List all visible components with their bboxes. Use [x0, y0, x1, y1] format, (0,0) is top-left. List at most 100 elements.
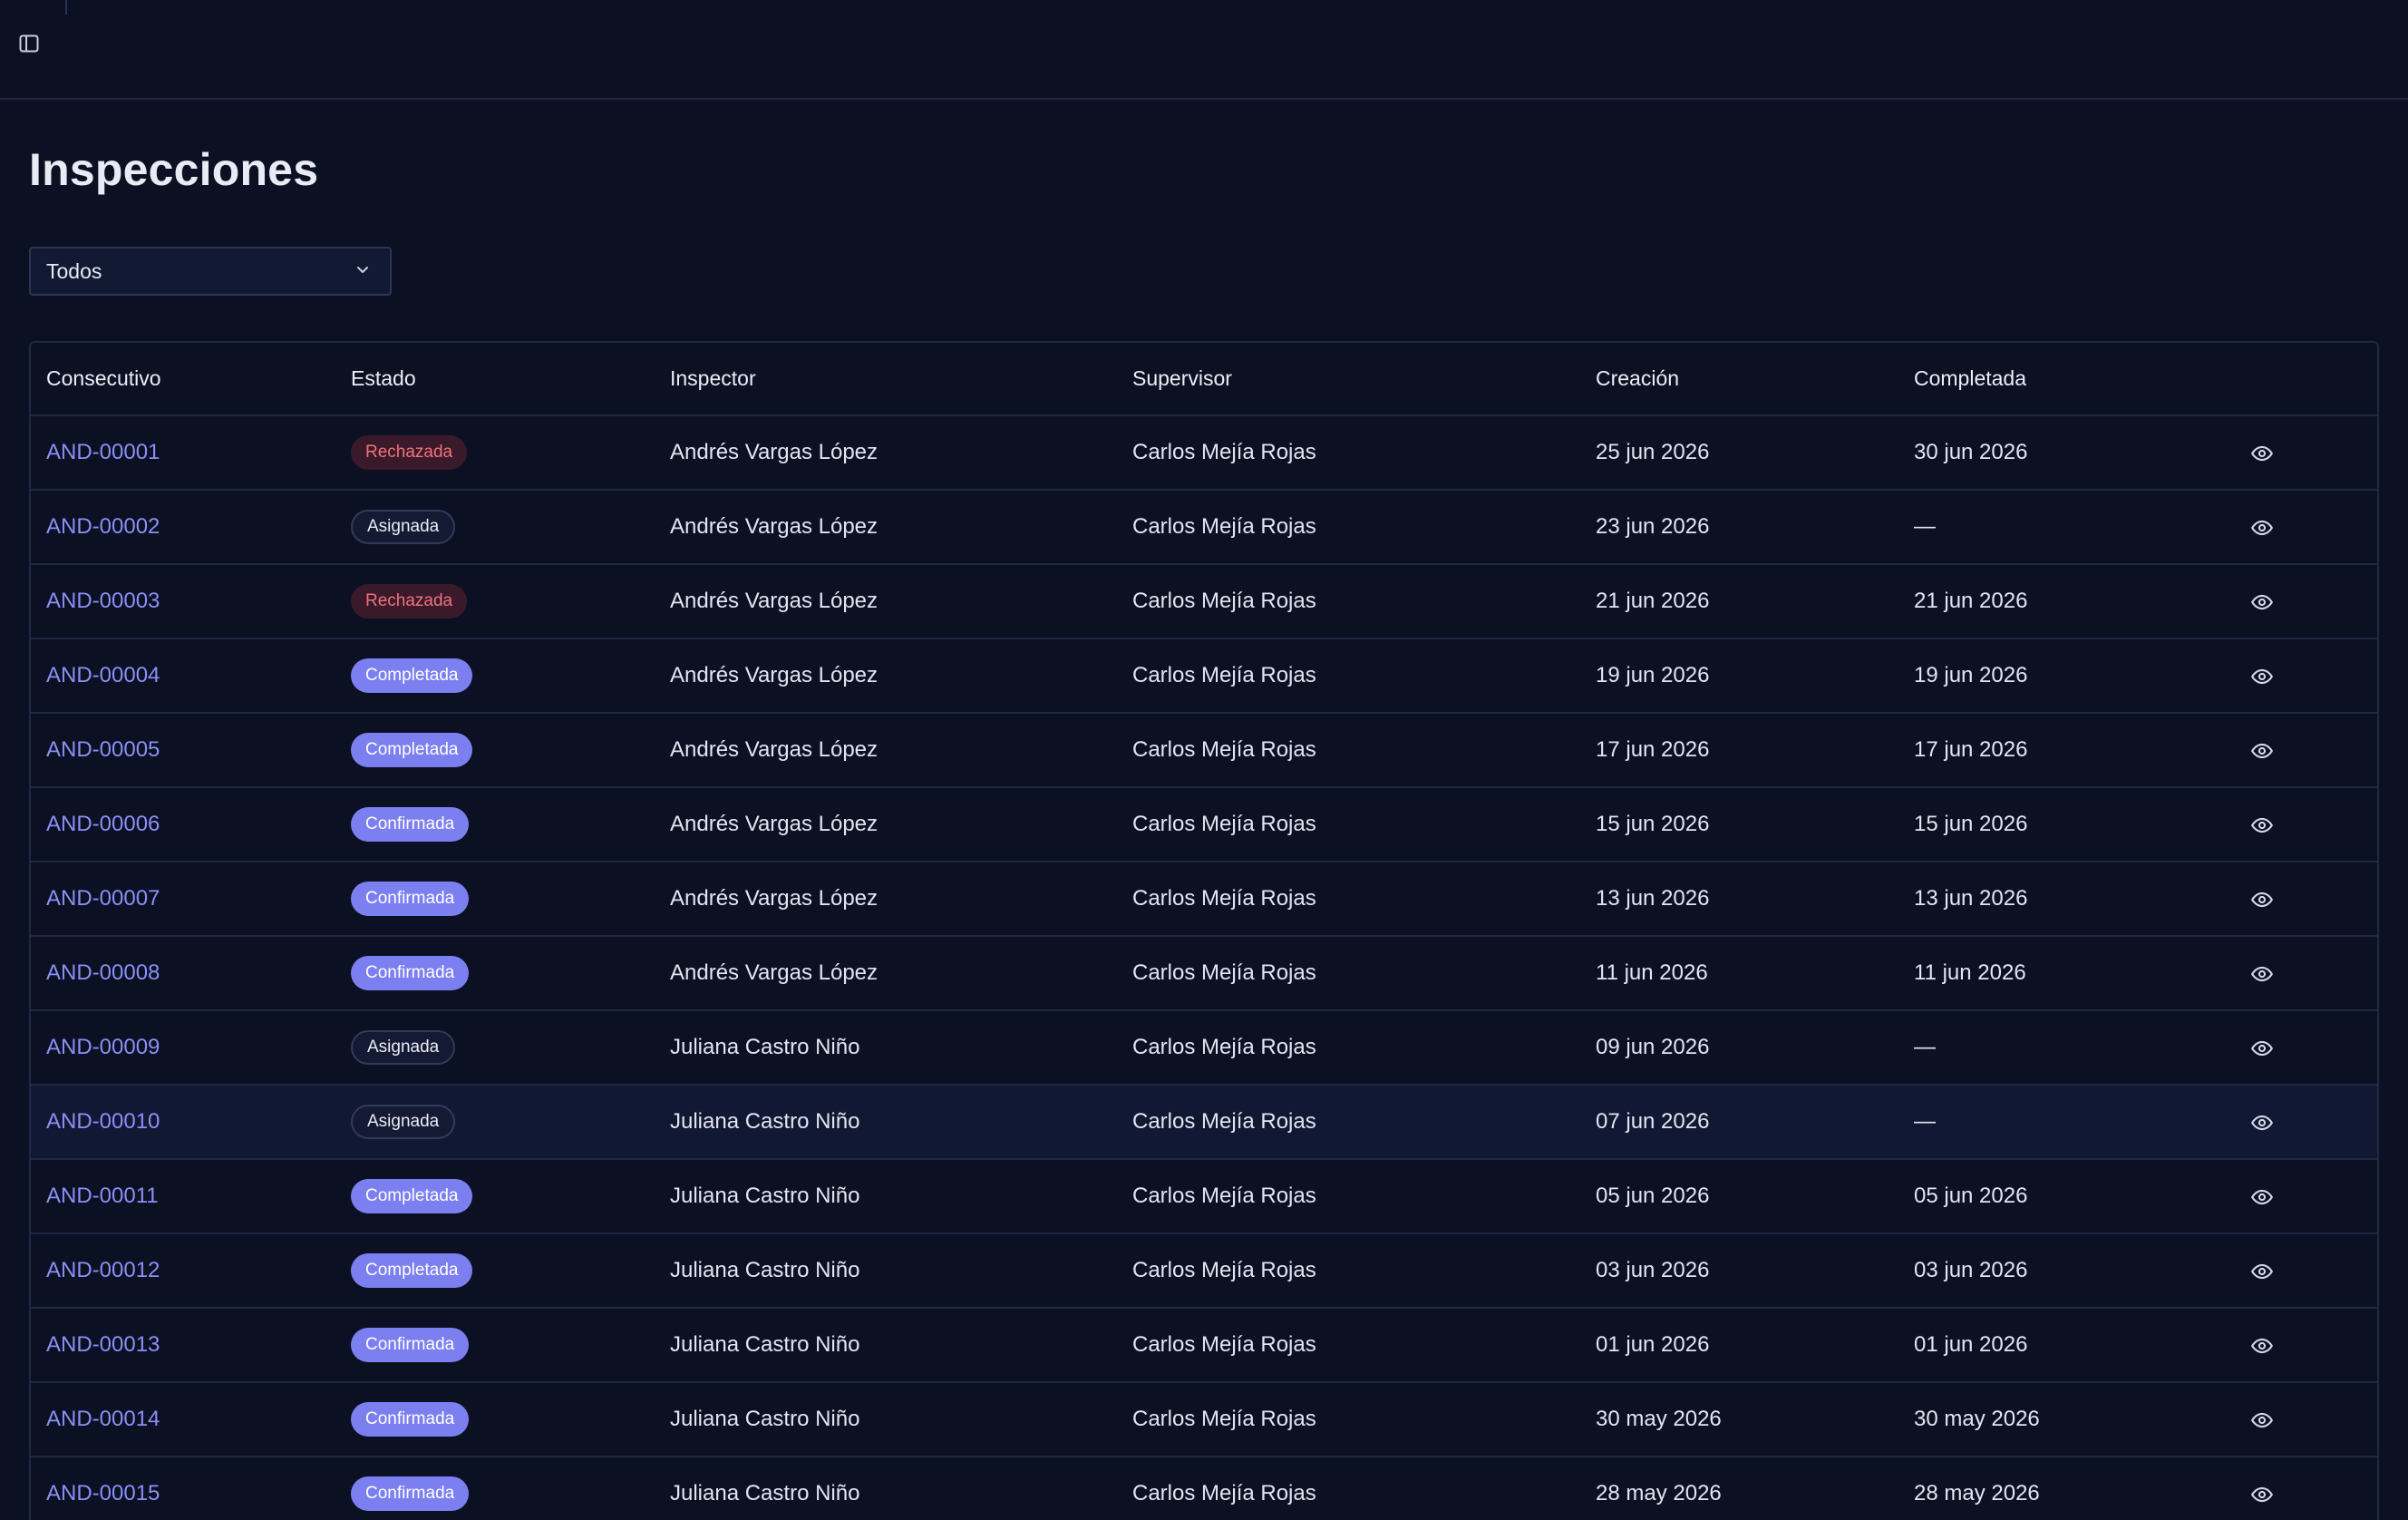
status-filter-select[interactable]: Todos — [29, 247, 392, 296]
status-badge: Confirmada — [351, 1476, 470, 1511]
cell-supervisor: Carlos Mejía Rojas — [1132, 886, 1316, 911]
eye-icon[interactable] — [2250, 442, 2274, 465]
status-badge: Rechazada — [351, 435, 468, 470]
cell-supervisor: Carlos Mejía Rojas — [1132, 812, 1316, 836]
cell-supervisor: Carlos Mejía Rojas — [1132, 1332, 1316, 1357]
table-row[interactable]: AND-00013 Confirmada Juliana Castro Niño Ca… — [31, 1308, 2377, 1382]
cell-consecutivo: AND-00002 — [31, 490, 335, 564]
cell-completada: 05 jun 2026 — [1914, 1184, 2028, 1208]
inspection-code-link[interactable]: AND-00001 — [46, 440, 160, 464]
table-row[interactable]: AND-00009 Asignada Juliana Castro Niño Carl… — [31, 1010, 2377, 1085]
cell-completada: 21 jun 2026 — [1914, 589, 2028, 613]
sidebar-toggle-icon[interactable] — [18, 33, 40, 54]
inspection-code-link[interactable]: AND-00014 — [46, 1407, 160, 1431]
inspection-code-link[interactable]: AND-00007 — [46, 886, 160, 911]
eye-icon[interactable] — [2250, 888, 2274, 911]
eye-icon[interactable] — [2250, 1037, 2274, 1060]
cell-inspector: Andrés Vargas López — [670, 886, 879, 911]
eye-icon[interactable] — [2250, 590, 2274, 614]
column-header-consecutivo[interactable]: Consecutivo — [31, 343, 335, 415]
cell-creacion: 15 jun 2026 — [1596, 812, 1710, 836]
inspection-code-link[interactable]: AND-00010 — [46, 1109, 160, 1134]
inspection-code-link[interactable]: AND-00009 — [46, 1035, 160, 1059]
inspection-code-link[interactable]: AND-00013 — [46, 1332, 160, 1357]
eye-icon[interactable] — [2250, 1185, 2274, 1209]
eye-icon[interactable] — [2250, 1111, 2274, 1135]
status-badge: Completada — [351, 1179, 473, 1213]
cell-creacion: 11 jun 2026 — [1596, 960, 1708, 985]
table-row[interactable]: AND-00015 Confirmada Juliana Castro Niño Ca… — [31, 1457, 2377, 1520]
cell-consecutivo: AND-00013 — [31, 1308, 335, 1382]
table-row[interactable]: AND-00014 Confirmada Juliana Castro Niño Ca… — [31, 1382, 2377, 1457]
cell-supervisor: Carlos Mejía Rojas — [1132, 1035, 1316, 1059]
eye-icon[interactable] — [2250, 962, 2274, 986]
cell-completada: 03 jun 2026 — [1914, 1258, 2028, 1282]
table-row[interactable]: AND-00011 Completada Juliana Castro Niño Ca… — [31, 1159, 2377, 1233]
eye-icon[interactable] — [2250, 1334, 2274, 1358]
inspection-code-link[interactable]: AND-00005 — [46, 737, 160, 762]
column-header-completada[interactable]: Completada — [1898, 343, 2232, 415]
cell-consecutivo: AND-00001 — [31, 415, 335, 490]
status-badge: Completada — [351, 658, 473, 693]
inspection-code-link[interactable]: AND-00003 — [46, 589, 160, 613]
cell-estado: Completada — [335, 713, 655, 787]
inspection-code-link[interactable]: AND-00008 — [46, 960, 160, 985]
cell-inspector: Juliana Castro Niño — [670, 1109, 860, 1134]
status-badge: Confirmada — [351, 882, 470, 916]
inspection-code-link[interactable]: AND-00012 — [46, 1258, 160, 1282]
table-row[interactable]: AND-00006 Confirmada Andrés Vargas López Ca… — [31, 787, 2377, 862]
column-header-estado[interactable]: Estado — [335, 343, 655, 415]
table-row[interactable]: AND-00004 Completada Andrés Vargas López Ca… — [31, 638, 2377, 713]
inspection-code-link[interactable]: AND-00015 — [46, 1481, 160, 1505]
cell-inspector: Andrés Vargas López — [670, 737, 879, 762]
table-row[interactable]: AND-00012 Completada Juliana Castro Niño Ca… — [31, 1233, 2377, 1308]
table-row[interactable]: AND-00008 Confirmada Andrés Vargas López Ca… — [31, 936, 2377, 1010]
eye-icon[interactable] — [2250, 1260, 2274, 1283]
eye-icon[interactable] — [2250, 739, 2274, 763]
cell-estado: Asignada — [335, 1010, 655, 1085]
table-row[interactable]: AND-00003 Rechazada Andrés Vargas López Car… — [31, 564, 2377, 638]
eye-icon[interactable] — [2250, 665, 2274, 688]
cell-creacion: 28 may 2026 — [1596, 1481, 1722, 1505]
table-row[interactable]: AND-00005 Completada Andrés Vargas López Ca… — [31, 713, 2377, 787]
cell-consecutivo: AND-00011 — [31, 1159, 335, 1233]
cell-inspector: Andrés Vargas López — [670, 960, 879, 985]
eye-icon[interactable] — [2250, 814, 2274, 837]
status-badge: Confirmada — [351, 1402, 470, 1437]
cell-supervisor: Carlos Mejía Rojas — [1132, 737, 1316, 762]
inspection-code-link[interactable]: AND-00011 — [46, 1184, 159, 1208]
eye-icon[interactable] — [2250, 516, 2274, 540]
eye-icon[interactable] — [2250, 1483, 2274, 1506]
column-header-creacion[interactable]: Creación — [1580, 343, 1898, 415]
inspection-code-link[interactable]: AND-00006 — [46, 812, 160, 836]
status-badge: Confirmada — [351, 956, 470, 990]
cell-actions — [2232, 713, 2377, 787]
cell-supervisor: Carlos Mejía Rojas — [1132, 1109, 1316, 1134]
column-header-supervisor[interactable]: Supervisor — [1117, 343, 1580, 415]
table-row[interactable]: AND-00001 Rechazada Andrés Vargas López Car… — [31, 415, 2377, 490]
cell-inspector: Andrés Vargas López — [670, 663, 879, 687]
cell-supervisor: Carlos Mejía Rojas — [1132, 1258, 1316, 1282]
table-row[interactable]: AND-00010 Asignada Juliana Castro Niño Carl… — [31, 1085, 2377, 1159]
table-row[interactable]: AND-00002 Asignada Andrés Vargas López Carl… — [31, 490, 2377, 564]
divider — [65, 0, 67, 15]
top-bar — [0, 0, 2408, 100]
cell-completada: — — [1914, 1109, 1936, 1134]
column-header-actions — [2232, 343, 2377, 415]
cell-estado: Completada — [335, 638, 655, 713]
cell-inspector: Juliana Castro Niño — [670, 1407, 860, 1431]
cell-completada: 28 may 2026 — [1914, 1481, 2040, 1505]
cell-consecutivo: AND-00003 — [31, 564, 335, 638]
table-row[interactable]: AND-00007 Confirmada Andrés Vargas López Ca… — [31, 862, 2377, 936]
cell-actions — [2232, 1308, 2377, 1382]
inspection-code-link[interactable]: AND-00004 — [46, 663, 160, 687]
cell-creacion: 17 jun 2026 — [1596, 737, 1710, 762]
inspections-table: Consecutivo Estado Inspector Supervisor … — [29, 341, 2379, 1520]
inspection-code-link[interactable]: AND-00002 — [46, 514, 160, 539]
cell-creacion: 13 jun 2026 — [1596, 886, 1710, 911]
cell-actions — [2232, 638, 2377, 713]
cell-creacion: 01 jun 2026 — [1596, 1332, 1710, 1357]
column-header-inspector[interactable]: Inspector — [655, 343, 1117, 415]
cell-actions — [2232, 564, 2377, 638]
eye-icon[interactable] — [2250, 1408, 2274, 1432]
